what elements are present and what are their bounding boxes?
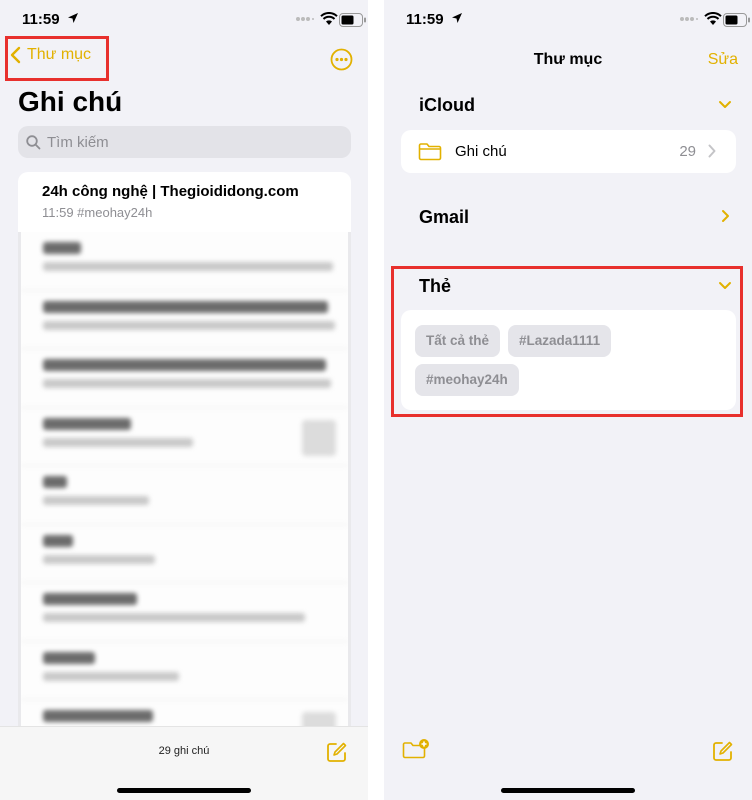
note-subtitle: 11:59 #meohay24h — [42, 205, 153, 220]
folder-count: 29 — [679, 143, 696, 160]
folder-name: Ghi chú — [455, 143, 507, 160]
notes-list-screen: 11:59 Thư mục Ghi chú Tìm kiếm 24h công … — [0, 0, 368, 800]
new-folder-icon[interactable] — [402, 738, 430, 760]
battery-icon — [339, 13, 366, 27]
chevron-right-icon[interactable] — [721, 209, 730, 223]
section-icloud[interactable]: iCloud — [419, 95, 475, 116]
list-item[interactable] — [21, 583, 348, 642]
status-bar: 11:59 — [384, 0, 752, 40]
location-arrow-icon — [452, 13, 462, 23]
status-time: 11:59 — [22, 11, 60, 28]
nav-title: Thư mục — [533, 51, 603, 68]
list-item[interactable] — [21, 408, 348, 466]
list-item[interactable] — [21, 349, 348, 408]
search-placeholder: Tìm kiếm — [47, 133, 109, 151]
wifi-icon — [704, 12, 722, 25]
home-indicator — [117, 788, 251, 793]
location-arrow-icon — [68, 13, 78, 23]
list-item[interactable] — [21, 291, 348, 349]
note-count: 29 ghi chú — [158, 745, 210, 757]
highlight-frame-tags — [391, 266, 743, 417]
signal-dots-icon — [296, 17, 314, 21]
search-icon — [26, 134, 41, 149]
page-title: Ghi chú — [18, 86, 123, 117]
list-item[interactable] — [21, 642, 348, 700]
compose-icon[interactable] — [326, 741, 348, 763]
blurred-notes-list — [18, 232, 351, 732]
chevron-down-icon[interactable] — [718, 100, 732, 109]
folder-row-notes[interactable]: Ghi chú 29 — [401, 130, 736, 173]
status-bar: 11:59 — [0, 0, 368, 40]
battery-icon — [723, 13, 750, 27]
home-indicator — [501, 788, 635, 793]
folder-icon — [418, 143, 442, 161]
folders-screen: 11:59 Thư mục Sửa iCloud Ghi chú 29 Gmai… — [384, 0, 752, 800]
signal-dots-icon — [680, 17, 698, 21]
list-item[interactable] — [21, 525, 348, 583]
chevron-right-icon — [708, 144, 716, 158]
status-time: 11:59 — [406, 11, 444, 28]
pinned-note[interactable]: 24h công nghệ | Thegioididong.com 11:59 … — [18, 172, 351, 232]
note-title: 24h công nghệ | Thegioididong.com — [42, 183, 299, 200]
search-field[interactable]: Tìm kiếm — [18, 126, 351, 158]
list-item[interactable] — [21, 466, 348, 525]
edit-button[interactable]: Sửa — [708, 51, 738, 69]
wifi-icon — [320, 12, 338, 25]
more-icon[interactable] — [330, 48, 353, 71]
compose-icon[interactable] — [712, 740, 734, 762]
highlight-frame-back — [5, 36, 109, 81]
list-item[interactable] — [21, 232, 348, 291]
section-gmail[interactable]: Gmail — [419, 207, 469, 228]
